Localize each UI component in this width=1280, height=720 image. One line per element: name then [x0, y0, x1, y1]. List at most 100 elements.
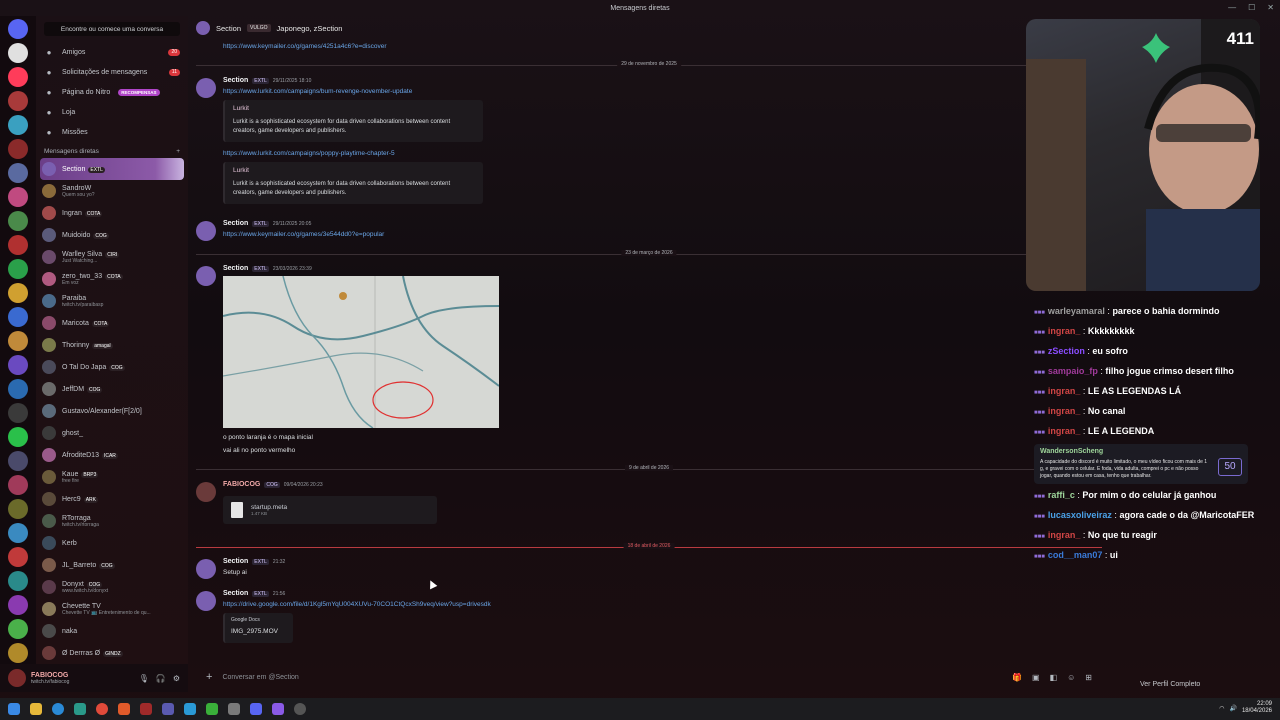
dm-item[interactable]: AfroditeD13 ICAR	[36, 444, 188, 466]
server-icon[interactable]	[8, 379, 28, 399]
chat-username[interactable]: warleyamaral	[1048, 306, 1105, 316]
avatar[interactable]	[196, 559, 216, 579]
chat-username[interactable]: lucasxoliveiraz	[1048, 510, 1112, 520]
author-name[interactable]: Section	[223, 558, 248, 565]
dm-item[interactable]: Donyxt COG www.twitch.tv/donyxt	[36, 576, 188, 598]
nav-item[interactable]: ● Amigos 20	[36, 42, 188, 62]
server-icon[interactable]	[8, 235, 28, 255]
discord-home-icon[interactable]	[8, 19, 28, 39]
minimize-icon[interactable]: —	[1228, 3, 1236, 12]
clock[interactable]: 22:09 18/04/2026	[1242, 701, 1272, 715]
server-icon[interactable]	[8, 523, 28, 543]
discord-icon[interactable]	[250, 703, 262, 715]
message-link[interactable]: https://www.keymailer.co/g/games/4251a4c…	[223, 43, 387, 50]
dm-item[interactable]: naka	[36, 620, 188, 642]
server-icon[interactable]	[8, 163, 28, 183]
avatar[interactable]	[196, 266, 216, 286]
author-name[interactable]: Section	[223, 77, 248, 84]
chat-username[interactable]: ingran_	[1048, 406, 1081, 416]
server-icon[interactable]	[8, 283, 28, 303]
dm-item[interactable]: Chevette TV Chevette TV 📺 Entretenimento …	[36, 598, 188, 620]
app-icon[interactable]	[162, 703, 174, 715]
dm-item[interactable]: RTorraga twitch.tv/rtorraga	[36, 510, 188, 532]
gift-icon[interactable]: 🎁	[1012, 673, 1022, 682]
server-icon[interactable]	[8, 307, 28, 327]
avatar[interactable]	[196, 221, 216, 241]
dm-item[interactable]: ghost_	[36, 422, 188, 444]
dm-item[interactable]: Ø Derrras Ø GINDZ	[36, 642, 188, 664]
server-icon[interactable]	[8, 643, 28, 663]
chat-username[interactable]: ingran_	[1048, 326, 1081, 336]
file-attachment[interactable]: startup.meta 1.47 KB	[223, 496, 437, 524]
telegram-icon[interactable]	[184, 703, 196, 715]
app-icon[interactable]	[294, 703, 306, 715]
search-input[interactable]: Encontre ou comece uma conversa	[44, 22, 180, 36]
message-link[interactable]: https://www.lurkit.com/campaigns/bum-rev…	[223, 88, 412, 95]
server-icon[interactable]	[8, 187, 28, 207]
app-icon[interactable]	[74, 703, 86, 715]
embed-title[interactable]: Lurkit	[233, 167, 475, 174]
app-icon[interactable]	[228, 703, 240, 715]
server-icon[interactable]	[8, 259, 28, 279]
chat-username[interactable]: zSection	[1048, 346, 1085, 356]
dm-item[interactable]: Herc9 ARK	[36, 488, 188, 510]
dm-item[interactable]: SandroW Quem sou yo?	[36, 180, 188, 202]
edge-icon[interactable]	[52, 703, 64, 715]
dm-item[interactable]: Muidoido COG	[36, 224, 188, 246]
server-icon[interactable]	[8, 595, 28, 615]
wifi-icon[interactable]: ◠	[1219, 705, 1224, 712]
chat-username[interactable]: cod__man07	[1048, 550, 1103, 560]
author-name[interactable]: Section	[223, 265, 248, 272]
dm-item[interactable]: zero_two_33 COTA Em voz	[36, 268, 188, 290]
file-explorer-icon[interactable]	[30, 703, 42, 715]
volume-icon[interactable]: 🔊	[1229, 705, 1236, 712]
view-full-profile-button[interactable]: Ver Perfil Completo	[1140, 681, 1200, 688]
author-name[interactable]: Section	[223, 590, 248, 597]
dm-item[interactable]: Ingran COTA	[36, 202, 188, 224]
map-image-attachment[interactable]	[223, 276, 499, 428]
avatar[interactable]	[196, 78, 216, 98]
message-link[interactable]: https://drive.google.com/file/d/1Kgl5mYq…	[223, 601, 491, 608]
add-dm-icon[interactable]: +	[176, 148, 180, 155]
server-icon[interactable]	[8, 91, 28, 111]
avatar[interactable]	[8, 669, 26, 687]
headphones-icon[interactable]: 🎧	[156, 674, 166, 683]
close-icon[interactable]: ✕	[1267, 3, 1274, 12]
dm-item[interactable]: Kerb	[36, 532, 188, 554]
message-link[interactable]: https://www.keymailer.co/g/games/3e544dd…	[223, 231, 384, 238]
server-icon[interactable]	[8, 547, 28, 567]
avatar[interactable]	[196, 591, 216, 611]
server-icon[interactable]	[8, 355, 28, 375]
dm-item[interactable]: Gustavo/Alexander(F[2/0]	[36, 400, 188, 422]
chrome-icon[interactable]	[96, 703, 108, 715]
chat-username[interactable]: sampaio_fp	[1048, 366, 1098, 376]
dm-item[interactable]: JeffDM COG	[36, 378, 188, 400]
dm-item[interactable]: Paraiba twitch.tv/paraibasp	[36, 290, 188, 312]
server-icon[interactable]	[8, 619, 28, 639]
message-link[interactable]: https://www.lurkit.com/campaigns/poppy-p…	[223, 150, 395, 157]
chat-username[interactable]: ingran_	[1048, 386, 1081, 396]
brave-icon[interactable]	[118, 703, 130, 715]
server-icon[interactable]	[8, 211, 28, 231]
chat-username[interactable]: ingran_	[1048, 530, 1081, 540]
dm-item[interactable]: Thorinny amagal	[36, 334, 188, 356]
dm-item[interactable]: O Tal Do Japa COG	[36, 356, 188, 378]
server-icon[interactable]	[8, 499, 28, 519]
server-icon[interactable]	[8, 403, 28, 423]
xbox-icon[interactable]	[206, 703, 218, 715]
author-name[interactable]: Section	[223, 220, 248, 227]
dm-item[interactable]: Section EXTL	[40, 158, 184, 180]
author-name[interactable]: FABIOCOG	[223, 481, 260, 488]
file-name[interactable]: startup.meta	[251, 504, 287, 511]
settings-gear-icon[interactable]: ⚙	[173, 674, 180, 683]
nav-item[interactable]: ● Missões	[36, 122, 188, 142]
server-icon[interactable]	[8, 139, 28, 159]
app-icon[interactable]	[140, 703, 152, 715]
chat-username[interactable]: raffi_c	[1048, 490, 1075, 500]
server-icon[interactable]	[8, 115, 28, 135]
nav-item[interactable]: ● Loja	[36, 102, 188, 122]
dm-item[interactable]: JL_Barreto COG	[36, 554, 188, 576]
maximize-icon[interactable]: ☐	[1248, 3, 1255, 12]
server-icon[interactable]	[8, 427, 28, 447]
nav-item[interactable]: ● Página do Nitro RECOMPENSAS	[36, 82, 188, 102]
